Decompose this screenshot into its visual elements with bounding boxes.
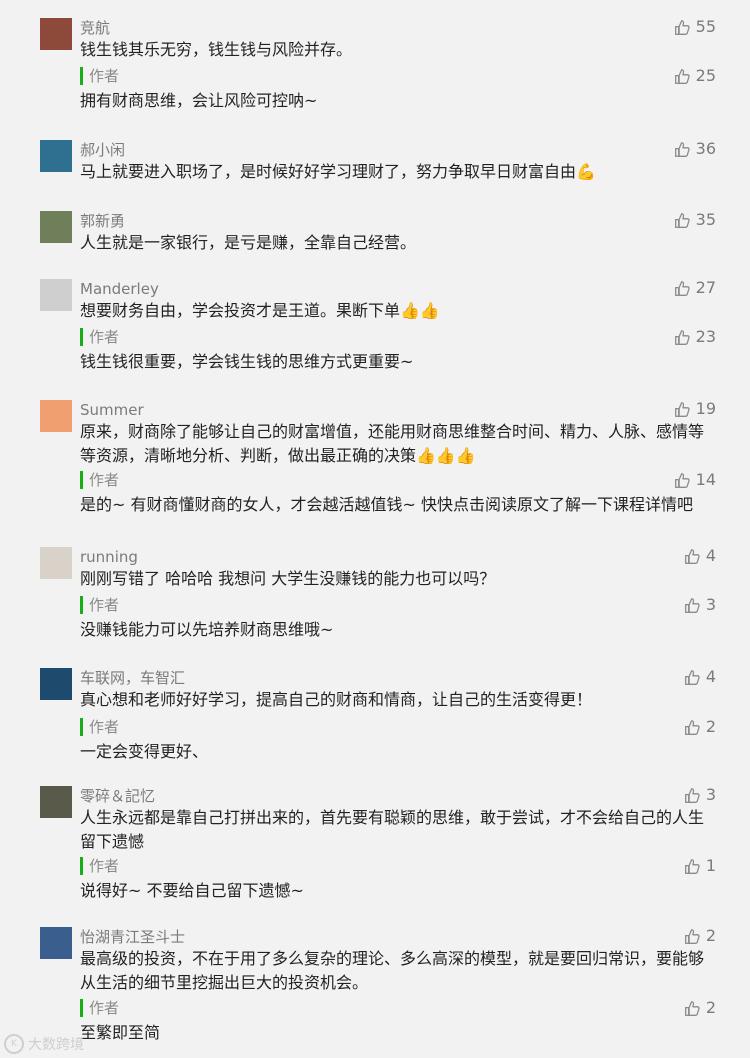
comment-author: Summer	[80, 401, 144, 419]
avatar[interactable]	[40, 18, 72, 50]
avatar[interactable]	[40, 927, 72, 959]
comment-text: 人生就是一家银行，是亏是赚，全靠自己经营。	[80, 233, 417, 252]
watermark-text: 大数跨境	[28, 1037, 84, 1053]
thumb-up-icon	[674, 329, 690, 345]
author-reply-text: 说得好~ 不要给自己留下遗憾~	[80, 881, 304, 900]
like-count: 55	[695, 17, 716, 36]
like-button[interactable]: 35	[674, 210, 716, 230]
thumb-up-icon	[674, 68, 690, 84]
like-button[interactable]: 4	[684, 546, 716, 566]
watermark-logo: K	[4, 1034, 24, 1054]
like-count: 14	[695, 470, 716, 489]
author-reply-label: 作者	[80, 67, 119, 85]
author-reply-label: 作者	[80, 718, 119, 736]
thumb-up-icon	[684, 548, 700, 564]
comment-author: running	[80, 548, 138, 566]
author-reply-label: 作者	[80, 857, 119, 875]
comment-author: Manderley	[80, 280, 159, 298]
reply-like-button[interactable]: 1	[684, 856, 716, 876]
avatar[interactable]	[40, 668, 72, 700]
thumb-up-icon	[684, 597, 700, 613]
thumb-up-icon	[684, 787, 700, 803]
author-reply-label: 作者	[80, 328, 119, 346]
like-count: 2	[705, 926, 716, 945]
thumb-up-icon	[674, 472, 690, 488]
avatar[interactable]	[40, 140, 72, 172]
comment-text: 真心想和老师好好学习，提高自己的财商和情商，让自己的生活变得更！	[80, 690, 593, 709]
comment-text: 最高级的投资，不在于用了多么复杂的理论、多么高深的模型，就是要回归常识，要能够从…	[80, 949, 705, 992]
reply-like-button[interactable]: 25	[674, 66, 716, 86]
author-reply-text: 至繁即至简	[80, 1023, 161, 1042]
thumb-up-icon	[684, 719, 700, 735]
avatar[interactable]	[40, 786, 72, 818]
thumb-up-icon	[674, 401, 690, 417]
avatar[interactable]	[40, 400, 72, 432]
comment-author: 怡湖青江圣斗士	[80, 928, 186, 946]
thumb-up-icon	[674, 141, 690, 157]
watermark: K 大数跨境	[4, 1034, 84, 1054]
like-button[interactable]: 36	[674, 139, 716, 159]
author-reply-label: 作者	[80, 471, 119, 489]
avatar[interactable]	[40, 547, 72, 579]
like-count: 36	[695, 139, 716, 158]
like-count: 19	[695, 399, 716, 418]
thumb-up-icon	[674, 212, 690, 228]
like-count: 1	[705, 856, 716, 875]
avatar[interactable]	[40, 279, 72, 311]
author-reply-text: 钱生钱很重要，学会钱生钱的思维方式更重要~	[80, 352, 414, 371]
reply-like-button[interactable]: 2	[684, 717, 716, 737]
comment-text: 马上就要进入职场了，是时候好好学习理财了，努力争取早日财富自由💪	[80, 162, 596, 181]
author-reply-label: 作者	[80, 596, 119, 614]
like-count: 3	[705, 785, 716, 804]
comment-text: 刚刚写错了 哈哈哈 我想问 大学生没赚钱的能力也可以吗？	[80, 569, 496, 588]
comment-text: 人生永远都是靠自己打拼出来的，首先要有聪颖的思维，敢于尝试，才不会给自己的人生留…	[80, 808, 705, 851]
thumb-up-icon	[684, 1000, 700, 1016]
like-count: 2	[705, 998, 716, 1017]
like-count: 25	[695, 66, 716, 85]
author-reply-text: 一定会变得更好、	[80, 742, 209, 761]
like-button[interactable]: 3	[684, 785, 716, 805]
like-button[interactable]: 2	[684, 926, 716, 946]
comment-author: 车联网，车智汇	[80, 669, 186, 687]
comment-text: 想要财务自由，学会投资才是王道。果断下单👍👍	[80, 301, 440, 320]
like-count: 4	[705, 667, 716, 686]
comment-text: 原来，财商除了能够让自己的财富增值，还能用财商思维整合时间、精力、人脉、感情等等…	[80, 422, 705, 465]
author-reply-text: 没赚钱能力可以先培养财商思维哦~	[80, 620, 334, 639]
comment-text: 钱生钱其乐无穷，钱生钱与风险并存。	[80, 40, 353, 59]
avatar[interactable]	[40, 211, 72, 243]
comment-author: 郭新勇	[80, 212, 126, 230]
like-count: 2	[705, 717, 716, 736]
author-reply-text: 是的~ 有财商懂财商的女人，才会越活越值钱~ 快快点击阅读原文了解一下课程详情吧	[80, 495, 693, 514]
comment-author: 郝小闲	[80, 141, 126, 159]
comment-author: 零碎＆記忆	[80, 787, 156, 805]
like-count: 23	[695, 327, 716, 346]
thumb-up-icon	[684, 669, 700, 685]
like-button[interactable]: 4	[684, 667, 716, 687]
reply-like-button[interactable]: 14	[674, 470, 716, 490]
author-reply-text: 拥有财商思维，会让风险可控呐~	[80, 91, 318, 110]
like-count: 4	[705, 546, 716, 565]
like-count: 27	[695, 278, 716, 297]
like-button[interactable]: 27	[674, 278, 716, 298]
like-button[interactable]: 55	[674, 17, 716, 37]
comment-author: 竞航	[80, 19, 111, 37]
reply-like-button[interactable]: 3	[684, 595, 716, 615]
thumb-up-icon	[684, 928, 700, 944]
like-count: 3	[705, 595, 716, 614]
like-button[interactable]: 19	[674, 399, 716, 419]
like-count: 35	[695, 210, 716, 229]
thumb-up-icon	[684, 858, 700, 874]
reply-like-button[interactable]: 2	[684, 998, 716, 1018]
author-reply-label: 作者	[80, 999, 119, 1017]
thumb-up-icon	[674, 19, 690, 35]
thumb-up-icon	[674, 280, 690, 296]
reply-like-button[interactable]: 23	[674, 327, 716, 347]
